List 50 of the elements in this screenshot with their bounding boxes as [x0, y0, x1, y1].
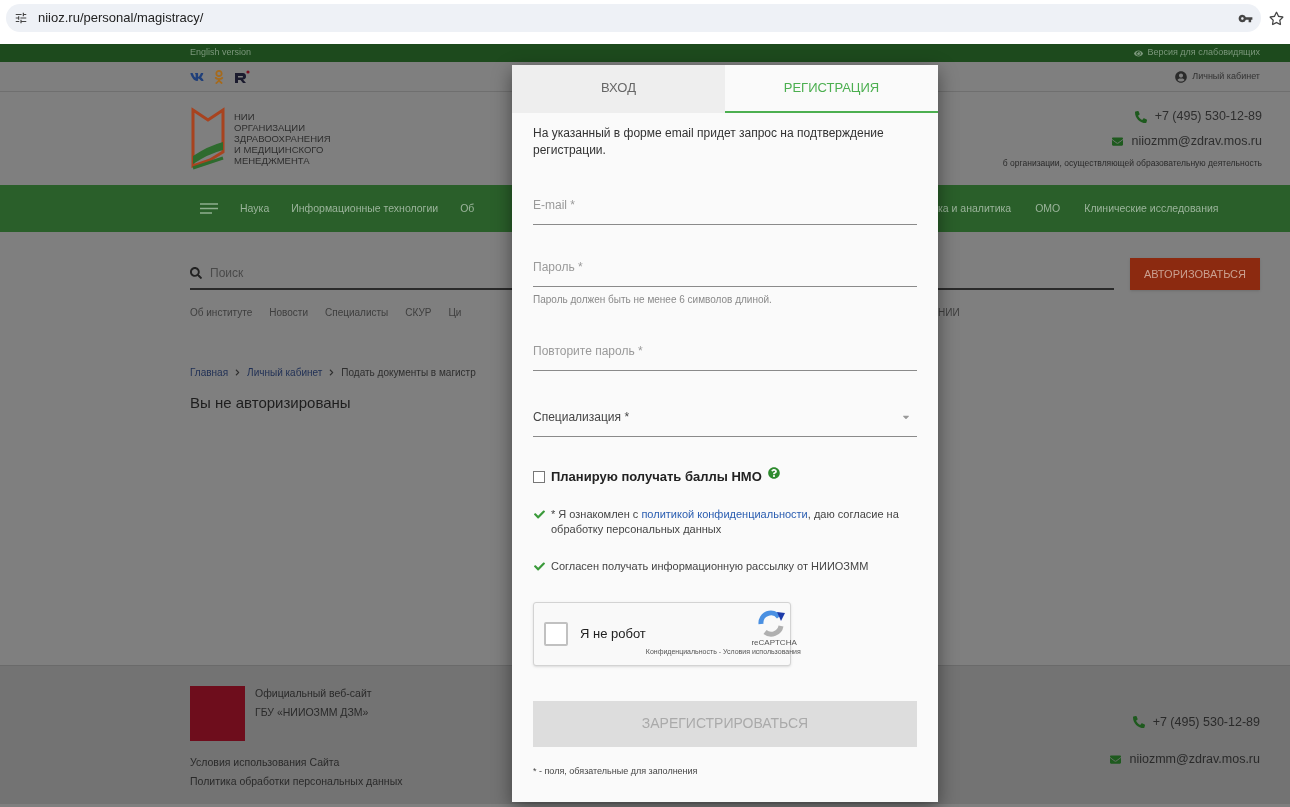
url-text: niioz.ru/personal/magistracy/	[38, 9, 204, 28]
footer-site-text: Официальный веб-сайт	[255, 686, 372, 701]
breadcrumb-link[interactable]: Главная	[190, 364, 229, 380]
dialog-tab[interactable]: РЕГИСТРАЦИЯ	[725, 65, 938, 113]
accessibility-link[interactable]: Версия для слабовидящих	[1147, 46, 1260, 60]
breadcrumb-link[interactable]: Личный кабинет	[247, 364, 323, 380]
logo-text: ОРГАНИЗАЦИИ	[234, 122, 307, 133]
nav-link[interactable]: Клинические исследования	[1084, 200, 1219, 217]
secondary-nav-link[interactable]: НИИ	[938, 304, 960, 320]
page-title: Вы не авторизированы	[190, 393, 351, 413]
recaptcha-brand: reCAPTCHA	[751, 638, 797, 649]
breadcrumb-current: Подать документы в магистр	[341, 365, 476, 380]
footer-link[interactable]: Условия использования Сайта	[190, 755, 512, 771]
secondary-nav-link[interactable]: Специалисты	[325, 304, 389, 320]
text-field[interactable]: E-mail *	[533, 185, 917, 225]
phone-number[interactable]: +7 (495) 530-12-89	[1154, 107, 1262, 127]
consent-text: * Я ознакомлен с политикой конфиденциальности, даю согласие на обработку персональных данных	[551, 506, 900, 537]
logo-text: ЗДРАВООХРАНЕНИЯ	[234, 133, 331, 144]
address-bar[interactable]: niioz.ru/personal/magistracy/	[6, 4, 1261, 32]
secondary-nav-link[interactable]: Ци	[448, 304, 462, 320]
nav-link[interactable]: ка и аналитика	[938, 200, 1012, 217]
nmo-label: Планирую получать баллы НМО	[551, 468, 762, 486]
secondary-nav-link[interactable]: Об институте	[190, 304, 253, 320]
required-note: * - поля, обязательные для заполнения	[533, 764, 699, 778]
consent-text: Согласен получать информационную рассылку от НИИОЗММ	[551, 558, 869, 574]
logo-text: И МЕДИЦИНСКОГО	[234, 144, 325, 155]
account-link[interactable]: Личный кабинет	[1192, 69, 1260, 84]
nav-link[interactable]: Информационные технологии	[291, 200, 439, 217]
secondary-nav-link[interactable]: СКУР	[405, 304, 432, 320]
field-hint: Пароль должен быть не менее 6 символов длиной.	[533, 293, 773, 307]
authorize-button[interactable]: АВТОРИЗОВАТЬСЯ	[1129, 258, 1260, 290]
text-field[interactable]: Пароль *	[533, 247, 917, 287]
email-link[interactable]: niiozmm@zdrav.mos.ru	[1131, 132, 1262, 151]
text-field[interactable]: Повторите пароль *	[533, 331, 917, 371]
nav-link[interactable]: ОМО	[1035, 200, 1061, 217]
privacy-policy-link[interactable]: политикой конфиденциальности	[641, 507, 808, 520]
logo-text: НИИ	[234, 111, 256, 122]
organization-info-text: б организации, осуществляющей образовательную деятельность	[1002, 156, 1262, 170]
nav-link[interactable]: Об	[460, 200, 475, 217]
nav-link[interactable]: Наука	[240, 200, 270, 217]
secondary-nav-link[interactable]: Новости	[269, 304, 308, 320]
intro-text: На указанный в форме email придет запрос на подтверждение регистрации.	[533, 125, 885, 159]
footer-link[interactable]: Политика обработки персональных данных	[190, 773, 512, 790]
logo-text: МЕНЕДЖМЕНТА	[234, 155, 311, 166]
captcha-label: Я не робот	[580, 624, 646, 643]
select-field[interactable]: Специализация *	[533, 397, 917, 437]
phone-number[interactable]: +7 (495) 530-12-89	[1152, 713, 1260, 732]
email-link[interactable]: niiozmm@zdrav.mos.ru	[1129, 749, 1260, 769]
english-version-link[interactable]: English version	[190, 46, 252, 60]
footer-site-text: ГБУ «НИИОЗММ ДЗМ»	[255, 704, 370, 720]
